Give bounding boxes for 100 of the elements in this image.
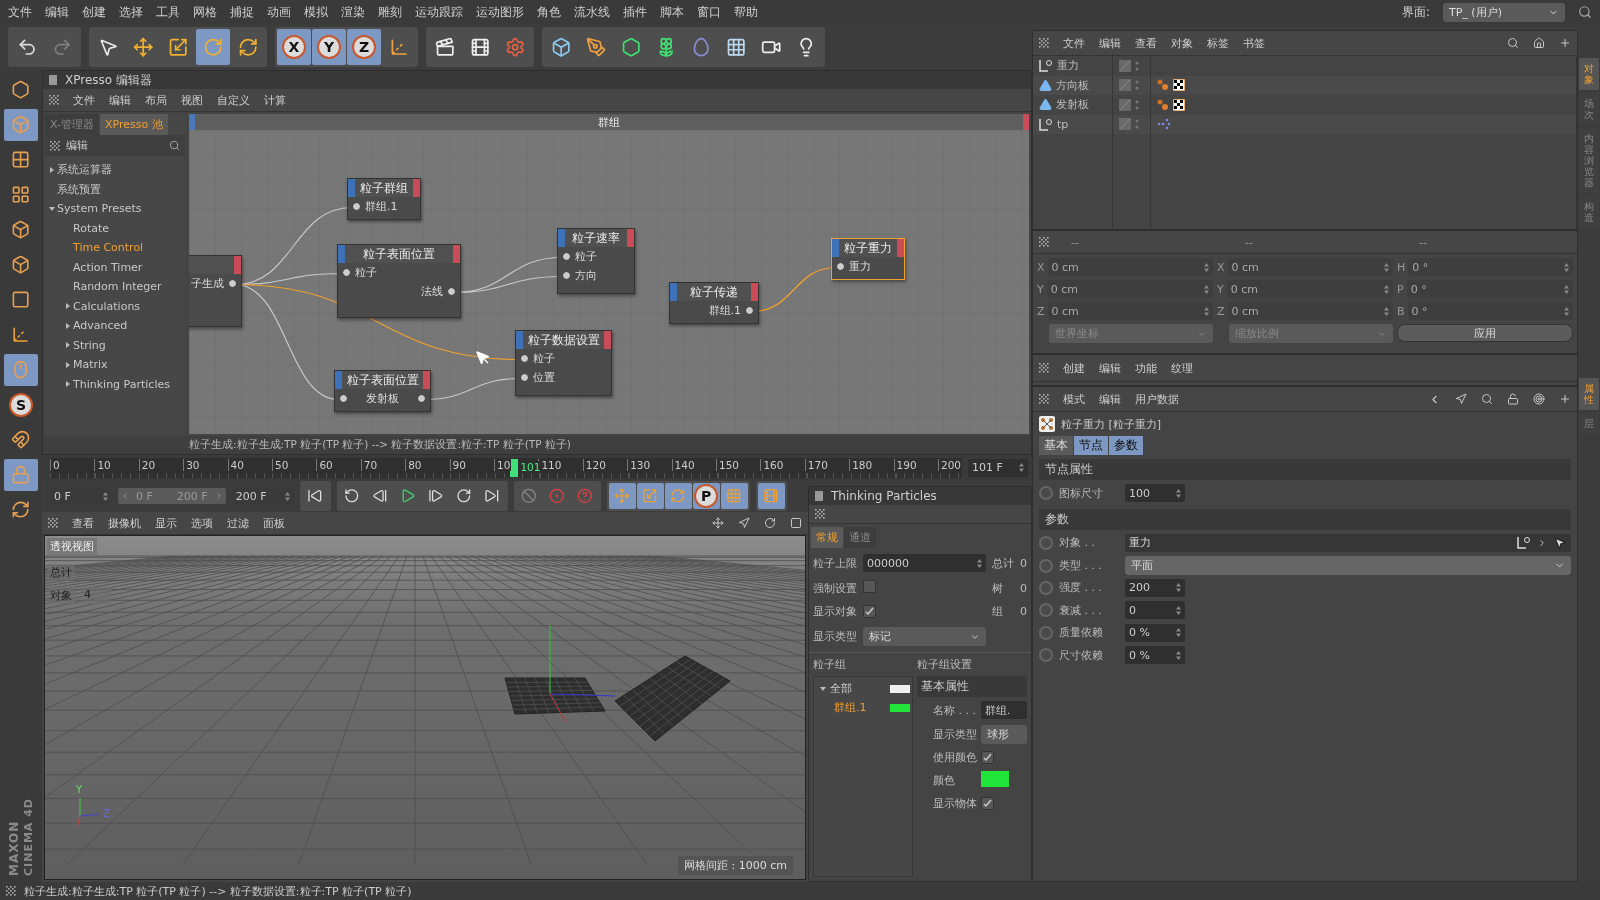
keyframe-toggle[interactable] <box>1039 648 1053 663</box>
menu-item[interactable]: 创建 <box>1063 360 1085 376</box>
toolbar-button[interactable]: Z <box>347 29 381 65</box>
layer-toggle-icon[interactable] <box>1119 59 1141 72</box>
inputs-menu-button[interactable] <box>670 283 677 301</box>
menu-item[interactable]: 查看 <box>1135 35 1157 51</box>
menu-item[interactable]: 渲染 <box>341 3 365 21</box>
menu-item[interactable]: 脚本 <box>660 3 684 21</box>
coordinate-field[interactable]: 0 ° <box>1408 258 1573 276</box>
dropdown[interactable]: 标记 <box>863 627 986 646</box>
number-field[interactable]: 200 <box>1125 578 1185 597</box>
pan-icon[interactable] <box>712 517 724 529</box>
menu-item[interactable]: 计算 <box>264 92 286 108</box>
tab[interactable]: 常规 <box>811 527 843 548</box>
object-name[interactable]: 重力 <box>1057 58 1079 74</box>
menu-item[interactable]: 编辑 <box>1099 35 1121 51</box>
input-port[interactable] <box>562 271 571 280</box>
group-item[interactable]: 群组.1 <box>834 700 867 715</box>
keyframe-toggle[interactable] <box>1039 486 1053 501</box>
menu-item[interactable]: 书签 <box>1243 35 1265 51</box>
search-icon[interactable] <box>169 140 180 151</box>
graph-node[interactable]: 粒子群组 群组.1 <box>347 178 421 220</box>
menu-item[interactable]: 编辑 <box>1099 360 1121 376</box>
menu-item[interactable]: 编辑 <box>66 138 88 153</box>
menu-item[interactable]: 文件 <box>8 3 32 21</box>
color-swatch[interactable] <box>981 771 1009 787</box>
keyframe-toggle[interactable] <box>1039 558 1053 573</box>
group-item[interactable]: 全部 <box>830 681 852 696</box>
output-port[interactable] <box>447 287 456 296</box>
tree-item[interactable]: Action Timer <box>45 257 185 277</box>
graph-node[interactable]: 粒子速率 粒子 方向 <box>557 228 635 294</box>
coordinate-field[interactable]: 0 cm <box>1227 302 1393 320</box>
object-name[interactable]: tp <box>1057 117 1069 131</box>
menu-item[interactable]: 文件 <box>1063 35 1085 51</box>
menu-item[interactable]: 雕刻 <box>378 3 402 21</box>
shape-button[interactable]: 球形 <box>981 725 1027 744</box>
toolbar-button[interactable] <box>608 483 636 509</box>
output-port[interactable] <box>745 306 754 315</box>
menu-item[interactable]: 工具 <box>156 3 180 21</box>
inputs-menu-button[interactable] <box>516 331 523 349</box>
layer-toggle-icon[interactable] <box>1119 98 1141 111</box>
menu-item[interactable]: 文件 <box>73 92 95 108</box>
number-field[interactable]: 0 % <box>1125 623 1185 642</box>
tree-item[interactable]: System Presets <box>45 199 185 219</box>
inputs-menu-button[interactable] <box>338 245 345 263</box>
menu-item[interactable]: 面板 <box>263 515 285 531</box>
menu-item[interactable]: 查看 <box>72 515 94 531</box>
playhead[interactable] <box>510 458 519 477</box>
checkbox[interactable] <box>863 604 876 618</box>
number-field[interactable]: 0 % <box>1125 646 1185 665</box>
checkbox[interactable] <box>863 580 876 593</box>
keyframe-toggle[interactable] <box>1039 580 1053 595</box>
menu-item[interactable]: 选项 <box>191 515 213 531</box>
number-field[interactable]: 000000 <box>863 554 986 572</box>
coordinate-field[interactable]: 0 cm <box>1046 280 1213 298</box>
coordinate-field[interactable]: 0 ° <box>1407 302 1573 320</box>
menu-item[interactable]: 网格 <box>193 3 217 21</box>
input-port[interactable] <box>520 373 529 382</box>
menu-item[interactable]: 过滤 <box>227 515 249 531</box>
timeline-ruler[interactable]: 0 10 20 30 40 50 60 70 80 90 10 101110 120 130 140 150 160 170 180 190 200 <box>50 457 962 478</box>
new-panel-icon[interactable] <box>1559 37 1571 49</box>
output-port[interactable] <box>417 394 426 403</box>
menu-item[interactable]: 创建 <box>82 3 106 21</box>
toolbar-button[interactable]: X <box>277 29 311 65</box>
menu-item[interactable]: 摄像机 <box>108 515 141 531</box>
search-icon[interactable] <box>1507 37 1519 49</box>
menu-item[interactable]: 插件 <box>623 3 647 21</box>
inputs-menu-button[interactable] <box>348 179 355 197</box>
frame-field[interactable]: 101 F <box>968 458 1028 477</box>
search-icon[interactable] <box>1578 5 1592 19</box>
side-tab[interactable]: 对象 <box>1579 58 1599 90</box>
tree-item[interactable]: Time Control <box>45 238 185 258</box>
tab[interactable]: 节点 <box>1074 436 1108 455</box>
number-field[interactable]: 100 <box>1125 484 1185 503</box>
toolbar-button[interactable] <box>720 483 748 509</box>
menu-item[interactable]: 布局 <box>145 92 167 108</box>
home-icon[interactable] <box>1533 37 1545 49</box>
coordinate-field[interactable]: 0 cm <box>1227 258 1393 276</box>
object-name[interactable]: 发射板 <box>1056 97 1089 113</box>
side-tab[interactable]: 属性 <box>1579 378 1599 410</box>
orbit-icon[interactable] <box>764 517 776 529</box>
menu-item[interactable]: 编辑 <box>45 3 69 21</box>
menu-item[interactable]: 动画 <box>267 3 291 21</box>
graph-node[interactable]: 粒子重力 重力 <box>831 238 905 280</box>
coordinate-field[interactable]: 0 cm <box>1226 280 1393 298</box>
menu-item[interactable]: 用户数据 <box>1135 391 1179 407</box>
tree-item[interactable]: Matrix <box>45 355 185 375</box>
coordinate-field[interactable]: 0 cm <box>1047 258 1213 276</box>
graph-node[interactable]: 粒子数据设置 粒子 位置 <box>515 330 612 396</box>
menu-item[interactable]: 编辑 <box>1099 391 1121 407</box>
tab[interactable]: XPresso 池 <box>99 114 168 135</box>
input-port[interactable] <box>836 262 845 271</box>
menu-item[interactable]: 运动图形 <box>476 3 524 21</box>
keyframe-toggle[interactable] <box>1039 603 1053 618</box>
menu-item[interactable]: 角色 <box>537 3 561 21</box>
coordinate-field[interactable]: 0 ° <box>1406 280 1573 298</box>
checkbox[interactable] <box>981 750 994 764</box>
menu-item[interactable]: 模拟 <box>304 3 328 21</box>
menu-item[interactable]: 自定义 <box>217 92 250 108</box>
inputs-menu-button[interactable] <box>558 229 565 247</box>
